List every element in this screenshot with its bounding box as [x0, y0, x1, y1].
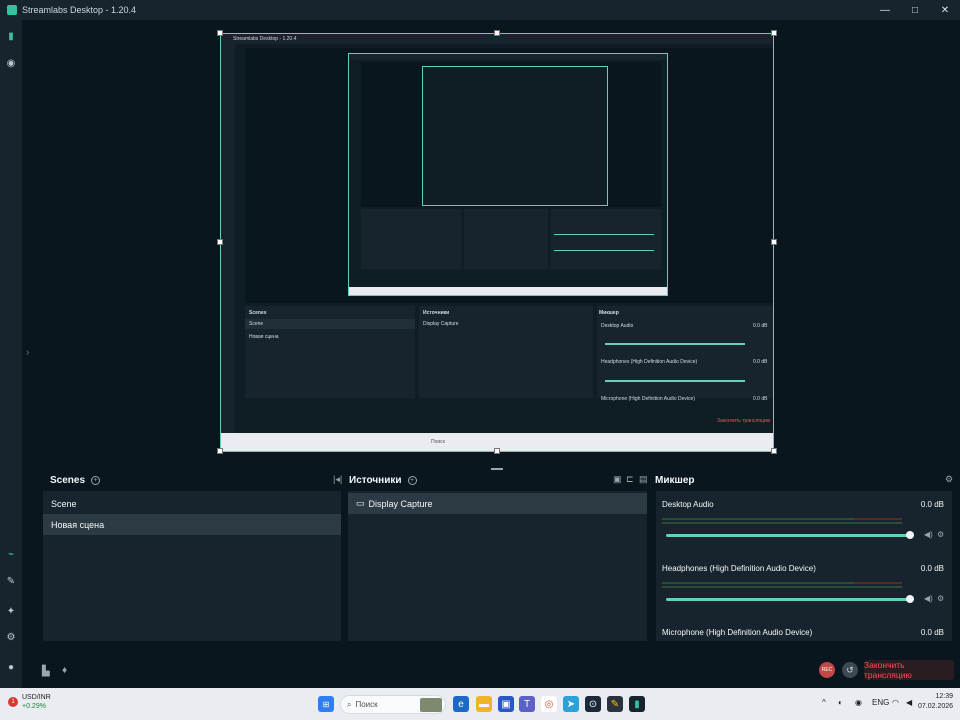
- mixer-channel-name: Desktop Audio: [662, 500, 714, 509]
- resize-handle-br[interactable]: [771, 448, 777, 454]
- volume-meter: [662, 518, 902, 520]
- resize-handle-t[interactable]: [494, 30, 500, 36]
- channel-settings-gear-icon[interactable]: ⚙: [937, 530, 944, 539]
- teams-icon[interactable]: T: [519, 696, 535, 712]
- volume-meter: [662, 582, 902, 584]
- notifications-bell-icon[interactable]: ♦: [62, 665, 67, 676]
- folder-icon[interactable]: ⊏: [626, 474, 634, 485]
- mixer-channel-db: 0.0 dB: [920, 628, 944, 637]
- telegram-icon[interactable]: ➤: [563, 696, 579, 712]
- scene-item[interactable]: Scene: [43, 493, 341, 514]
- replay-buffer-icon[interactable]: ↺: [842, 662, 858, 678]
- profile-icon[interactable]: ●: [5, 661, 17, 673]
- chrome-icon[interactable]: ◎: [541, 696, 557, 712]
- scenes-list: Scene Новая сцена: [43, 491, 341, 641]
- mixer-settings-gear-icon[interactable]: ⚙: [945, 474, 953, 485]
- mixer-channel-db: 0.0 dB: [920, 500, 944, 509]
- sidebar: ▮ ◉ ⌁ ✎ ✦ ⚙ ●: [0, 20, 22, 688]
- dock-resize-handle[interactable]: [491, 468, 503, 470]
- sources-header: Источники +: [349, 472, 417, 488]
- audio-mixer: Desktop Audio 0.0 dB ◀) ⚙ Headphones (Hi…: [656, 491, 952, 641]
- resize-handle-tl[interactable]: [217, 30, 223, 36]
- channel-settings-gear-icon[interactable]: ⚙: [937, 594, 944, 603]
- resize-handle-r[interactable]: [771, 239, 777, 245]
- volume-slider[interactable]: [666, 598, 910, 601]
- mute-speaker-icon[interactable]: ◀): [924, 594, 933, 603]
- themes-icon[interactable]: ◉: [5, 57, 17, 69]
- nested-preview-frame: [348, 53, 668, 296]
- layout-editor-icon[interactable]: ✎: [5, 575, 17, 587]
- mixer-channel-name: Headphones (High Definition Audio Device…: [662, 564, 816, 573]
- start-windows-icon[interactable]: ⊞: [318, 696, 334, 712]
- scenes-header: Scenes +: [50, 472, 101, 488]
- sources-list: ▭ Display Capture: [348, 491, 647, 641]
- editor-icon[interactable]: ▮: [5, 30, 17, 42]
- app-window: Streamlabs Desktop - 1.20.4 — □ ✕ ▮ ◉ ⌁ …: [0, 0, 960, 688]
- sidebar-collapse-chevron-icon[interactable]: ›: [26, 347, 29, 358]
- ticker-badge: 1: [8, 697, 18, 707]
- nested-sidebar: [221, 44, 235, 444]
- streamlabs-taskbar-icon[interactable]: ▮: [629, 696, 645, 712]
- volume-slider[interactable]: [666, 534, 910, 537]
- file-explorer-icon[interactable]: ▬: [476, 696, 492, 712]
- performance-chart-icon[interactable]: ▙: [42, 666, 50, 677]
- ticker-change: +0.29%: [22, 703, 46, 710]
- monitor-icon: ▭: [356, 498, 365, 508]
- record-button[interactable]: REC: [819, 662, 835, 678]
- search-highlight-thumbnail: [420, 698, 442, 712]
- volume-icon[interactable]: ◀: [906, 698, 912, 707]
- resize-handle-tr[interactable]: [771, 30, 777, 36]
- minimize-button[interactable]: —: [870, 0, 900, 20]
- close-button[interactable]: ✕: [930, 0, 960, 20]
- streamlabs-logo-icon: [7, 5, 17, 15]
- resize-handle-bl[interactable]: [217, 448, 223, 454]
- add-source-button[interactable]: +: [407, 475, 417, 485]
- add-folder-icon[interactable]: ▤: [639, 474, 648, 485]
- tray-app-icon[interactable]: ◐: [838, 698, 843, 707]
- weather-ticker-widget[interactable]: 1 USD/INR +0.29%: [8, 693, 51, 711]
- resize-handle-b[interactable]: [494, 448, 500, 454]
- clock[interactable]: 12:39 07.02.2026: [918, 692, 953, 712]
- edge-browser-icon[interactable]: e: [453, 696, 469, 712]
- end-stream-button[interactable]: Закончить трансляцию: [864, 660, 954, 680]
- wifi-icon[interactable]: ◠: [892, 698, 899, 707]
- selective-recording-icon[interactable]: ▣: [613, 474, 622, 485]
- volume-slider-knob[interactable]: [906, 595, 914, 603]
- pen-app-icon[interactable]: ✎: [607, 696, 623, 712]
- source-collapse-icon[interactable]: |◂|: [333, 474, 342, 485]
- taskbar-search-box[interactable]: ⌕ Поиск: [340, 695, 446, 714]
- volume-meter: [662, 586, 902, 588]
- tray-chevron-icon[interactable]: ^: [822, 698, 826, 707]
- mute-speaker-icon[interactable]: ◀): [924, 530, 933, 539]
- search-icon: ⌕: [347, 699, 352, 709]
- maximize-button[interactable]: □: [900, 0, 930, 20]
- volume-meter: [662, 522, 902, 524]
- steam-icon[interactable]: ⊙: [585, 696, 601, 712]
- alertbox-icon[interactable]: ✦: [5, 605, 17, 617]
- mixer-channel-name: Microphone (High Definition Audio Device…: [662, 628, 813, 637]
- mixer-channel-db: 0.0 dB: [920, 564, 944, 573]
- tray-recording-icon[interactable]: ◉: [855, 698, 862, 707]
- settings-icon[interactable]: ⚙: [5, 631, 17, 643]
- volume-slider-knob[interactable]: [906, 531, 914, 539]
- source-item[interactable]: ▭ Display Capture: [348, 493, 647, 514]
- mixer-header: Микшер: [655, 474, 695, 486]
- title-bar: Streamlabs Desktop - 1.20.4 — □ ✕: [0, 0, 960, 20]
- store-icon[interactable]: ▣: [498, 696, 514, 712]
- add-scene-button[interactable]: +: [91, 475, 101, 485]
- scene-item-selected[interactable]: Новая сцена: [43, 514, 341, 535]
- studio-mode-icon[interactable]: ⌁: [5, 548, 17, 560]
- preview-source-display-capture[interactable]: Streamlabs Desktop - 1.20.4 Scenes Scene…: [220, 33, 774, 452]
- language-indicator[interactable]: ENG: [872, 698, 889, 707]
- window-title: Streamlabs Desktop - 1.20.4: [22, 5, 137, 15]
- ticker-symbol: USD/INR: [22, 694, 51, 701]
- resize-handle-l[interactable]: [217, 239, 223, 245]
